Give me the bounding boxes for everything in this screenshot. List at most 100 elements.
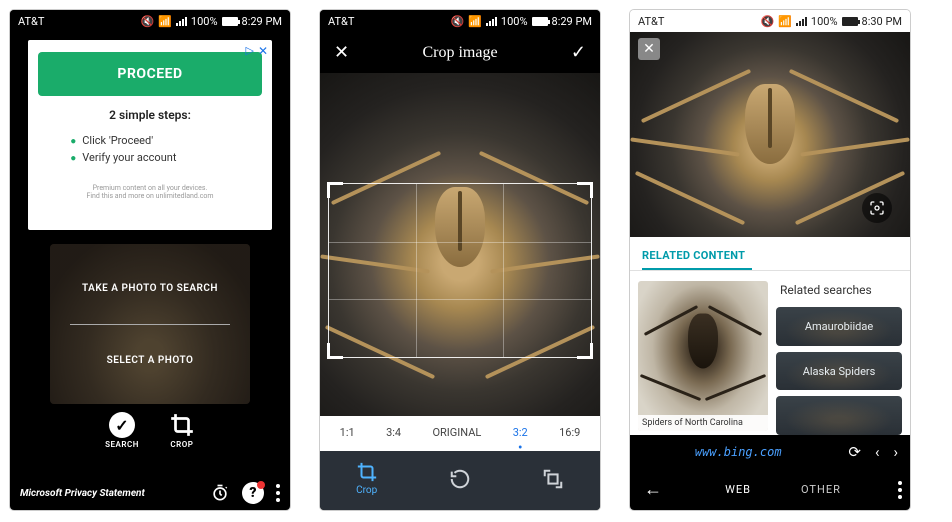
battery-pct: 100% [811,15,838,28]
tab-web[interactable]: WEB [725,483,751,496]
visual-search-button[interactable] [862,193,892,223]
hero-image [630,32,910,237]
signal-icon [486,16,497,26]
battery-pct: 100% [501,15,528,28]
expand-icon [542,468,564,490]
screen-search-app: AT&T 🔇 📶 100% 8:29 PM ▷ ✕ PROCEED 2 simp… [10,10,290,510]
wifi-icon: 📶 [778,15,792,28]
related-content-heading: RELATED CONTENT [630,237,910,268]
more-button[interactable] [898,481,902,499]
address-bar: www.bing.com ⟳ ‹ › [630,435,910,469]
ratio-16-9[interactable]: 16:9 [559,426,580,439]
battery-icon [842,17,858,26]
related-searches-title: Related searches [776,281,902,301]
status-bar: AT&T 🔇 📶 100% 8:30 PM [630,10,910,32]
notification-dot-icon [257,481,265,489]
crop-header: ✕ Crop image ✓ [320,32,600,73]
ratio-3-4[interactable]: 3:4 [386,426,401,439]
crop-handle-tl[interactable] [327,182,343,198]
close-button[interactable]: ✕ [334,42,349,63]
more-button[interactable] [276,484,280,502]
ad-steps-list: Click 'Proceed' Verify your account [70,132,230,166]
crop-handle-tr[interactable] [577,182,593,198]
status-right: 🔇 📶 100% 8:29 PM [141,15,283,28]
related-chip-alaska-spiders[interactable]: Alaska Spiders [776,352,902,391]
battery-icon [222,17,238,26]
toolbar: ✓ SEARCH CROP [10,412,290,449]
fullscreen-tab[interactable] [542,468,564,490]
carrier-label: AT&T [328,15,354,28]
close-overlay-button[interactable]: ✕ [638,38,660,60]
proceed-button[interactable]: PROCEED [38,52,262,96]
crop-tool[interactable]: CROP [169,412,195,449]
crop-icon [169,412,195,438]
ad-close-icon[interactable]: ✕ [258,44,268,58]
screen-results: AT&T 🔇 📶 100% 8:30 PM ✕ RELATED CONTENT [630,10,910,510]
status-bar: AT&T 🔇 📶 100% 8:29 PM [320,10,600,32]
privacy-link[interactable]: Microsoft Privacy Statement [20,488,145,499]
crop-rectangle[interactable] [328,183,592,358]
crop-tab[interactable]: Crop [356,461,378,496]
result-thumb[interactable]: Spiders of North Carolina [638,281,768,431]
thumb-caption: Spiders of North Carolina [638,415,768,431]
crop-handle-bl[interactable] [327,343,343,359]
wifi-icon: 📶 [468,15,482,28]
tab-other[interactable]: OTHER [801,483,841,496]
ratio-3-2[interactable]: 3:2 [513,426,528,439]
url-label[interactable]: www.bing.com [642,445,834,459]
nav-forward-button[interactable]: › [893,443,898,461]
mute-icon: 🔇 [451,15,465,28]
mute-icon: 🔇 [141,15,155,28]
signal-icon [796,16,807,26]
clock: 8:29 PM [242,15,282,28]
tabs: WEB OTHER [676,483,890,496]
rotate-icon [449,468,471,490]
crop-icon [356,461,378,483]
nav-back-button[interactable]: ‹ [875,443,880,461]
related-chip-amaurobiidae[interactable]: Amaurobiidae [776,307,902,346]
search-label: SEARCH [105,440,139,449]
ad-fineprint: Premium content on all your devices. Fin… [36,184,264,201]
timer-icon[interactable] [210,483,230,503]
photo-panel: TAKE A PHOTO TO SEARCH SELECT A PHOTO [50,244,250,404]
confirm-button[interactable]: ✓ [571,42,586,63]
signal-icon [176,16,187,26]
take-photo-button[interactable]: TAKE A PHOTO TO SEARCH [82,283,218,294]
ad-banner: ▷ ✕ PROCEED 2 simple steps: Click 'Proce… [28,40,272,230]
crop-label: CROP [170,440,193,449]
mute-icon: 🔇 [761,15,775,28]
ratio-original[interactable]: ORIGINAL [432,426,481,439]
related-chip-more[interactable] [776,396,902,435]
aspect-ratio-bar: 1:1 3:4 ORIGINAL 3:2 16:9 [320,416,600,451]
bottom-tabbar: ← WEB OTHER [630,469,910,510]
footer: Microsoft Privacy Statement ? [10,476,290,510]
crop-footer: Crop [320,451,600,510]
status-bar: AT&T 🔇 📶 100% 8:29 PM [10,10,290,32]
status-right: 🔇 📶 100% 8:29 PM [451,15,593,28]
search-tool[interactable]: ✓ SEARCH [105,412,139,449]
screen-crop: AT&T 🔇 📶 100% 8:29 PM ✕ Crop image ✓ [320,10,600,510]
ad-step-2: Verify your account [70,149,230,166]
crop-handle-br[interactable] [577,343,593,359]
help-button[interactable]: ? [242,482,264,504]
back-arrow-button[interactable]: ← [638,479,668,500]
panel-divider [70,324,230,325]
select-photo-button[interactable]: SELECT A PHOTO [107,355,194,366]
reload-button[interactable]: ⟳ [848,443,861,461]
ad-steps-heading: 2 simple steps: [36,108,264,122]
related-searches: Related searches Amaurobiidae Alaska Spi… [776,281,902,435]
clock: 8:29 PM [552,15,592,28]
crop-canvas[interactable] [320,73,600,416]
battery-pct: 100% [191,15,218,28]
rotate-tab[interactable] [449,468,471,490]
ratio-1-1[interactable]: 1:1 [340,426,355,439]
wifi-icon: 📶 [158,15,172,28]
crop-tab-label: Crop [356,485,377,496]
check-circle-icon: ✓ [109,412,135,438]
clock: 8:30 PM [862,15,902,28]
footer-right: ? [210,482,280,504]
battery-icon [532,17,548,26]
ad-step-1: Click 'Proceed' [70,132,230,149]
crop-title: Crop image [422,44,497,62]
ad-info-icon[interactable]: ▷ [246,44,254,57]
